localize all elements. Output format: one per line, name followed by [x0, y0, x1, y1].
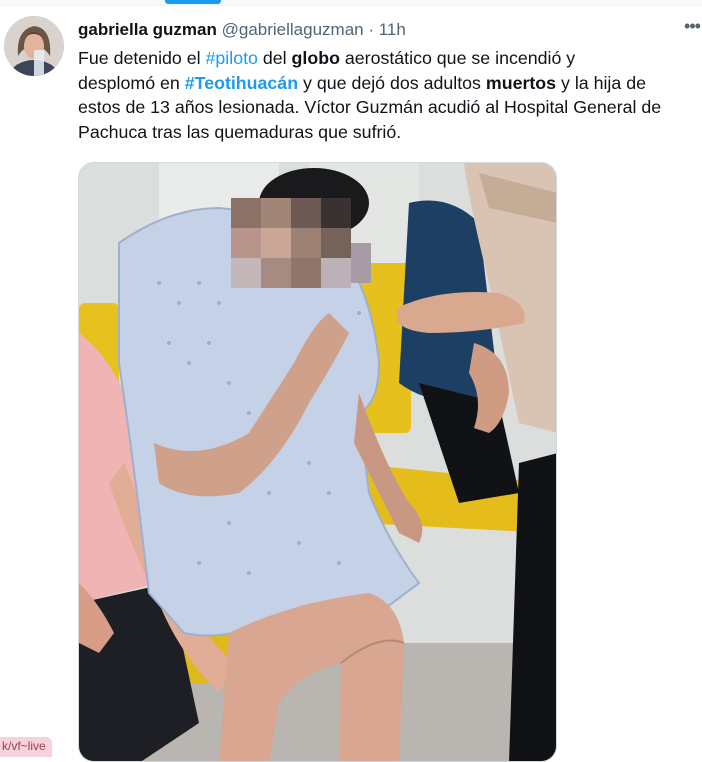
tweet-text-line: Fue detenido el #piloto del globo aerost…	[78, 46, 702, 71]
text-segment: estos de 13 años lesionada. Víctor Guzmá…	[78, 97, 662, 117]
bold-text: muertos	[485, 72, 557, 93]
avatar[interactable]	[4, 16, 64, 76]
hashtag-link[interactable]: #piloto	[206, 48, 258, 68]
hashtag-link[interactable]: #Teotihuacán	[185, 73, 298, 93]
text-segment: aerostático que se incendió y	[339, 48, 576, 68]
active-tab-indicator	[165, 0, 221, 4]
separator: ·	[363, 20, 379, 39]
tweet-text-line: estos de 13 años lesionada. Víctor Guzmá…	[78, 95, 702, 120]
divider	[0, 5, 702, 6]
watermark-badge: k/vf~live	[0, 737, 52, 757]
tweet-header: gabriella guzman @gabriellaguzman · 11h	[78, 18, 406, 42]
tweet-text: Fue detenido el #piloto del globo aerost…	[78, 46, 702, 144]
bold-text: globo	[291, 48, 340, 68]
text-segment: del	[257, 48, 292, 68]
tweet-time[interactable]: 11h	[379, 20, 406, 39]
avatar-image	[4, 16, 64, 76]
photo-hospital-patient	[79, 163, 556, 761]
text-segment: desplomó en	[78, 72, 185, 93]
author-name[interactable]: gabriella guzman	[78, 20, 217, 39]
more-horizontal-icon[interactable]: •••	[680, 14, 702, 38]
text-segment: Fue detenido el	[78, 48, 206, 68]
text-segment: y la hija de	[556, 72, 646, 93]
tweet-text-line: Pachuca tras las quemaduras que sufrió.	[78, 120, 702, 145]
text-segment: Pachuca tras las quemaduras que sufrió.	[78, 121, 402, 142]
text-segment: y que dejó dos adultos	[298, 72, 486, 93]
author-handle[interactable]: @gabriellaguzman	[222, 20, 364, 39]
tweet-photo[interactable]	[78, 162, 557, 762]
tweet-text-line: desplomó en #Teotihuacán y que dejó dos …	[78, 71, 702, 96]
